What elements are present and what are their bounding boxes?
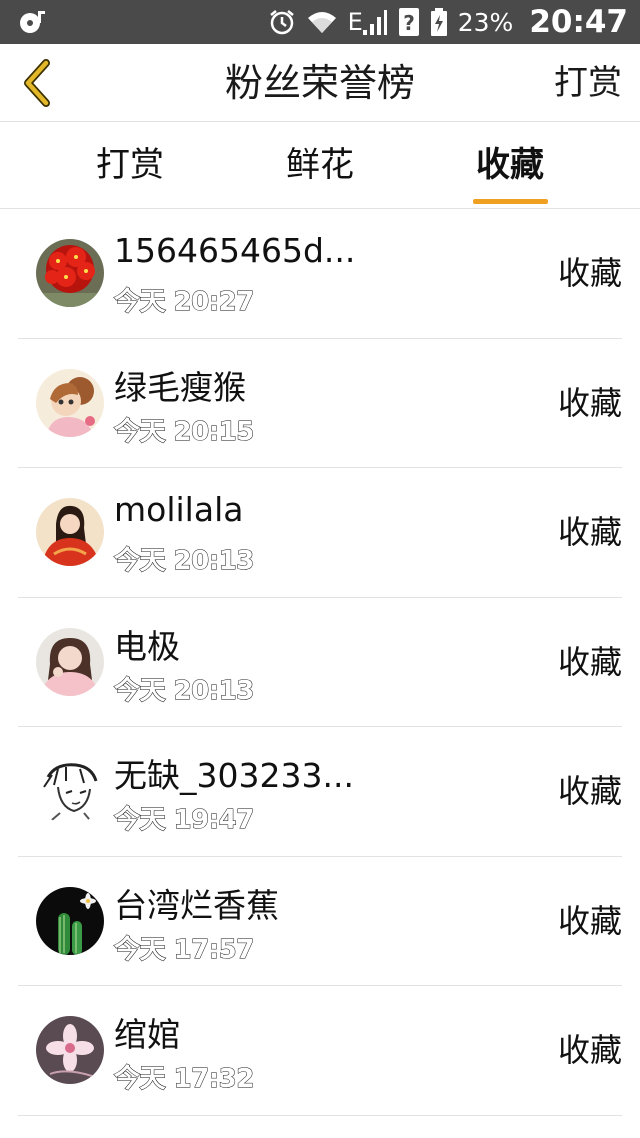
status-bar: E ? 23% 20:47 [0, 0, 640, 44]
list-item[interactable]: 台湾烂香蕉 今天 17:57 收藏 [18, 857, 622, 986]
wifi-icon [306, 9, 338, 35]
app-header: 粉丝荣誉榜 打赏 [0, 44, 640, 122]
user-name: 156465465d... [114, 231, 356, 270]
avatar [36, 886, 104, 955]
music-notification-icon [18, 9, 46, 35]
back-button[interactable] [10, 52, 64, 114]
fan-list: 156465465d... 今天 20:27 收藏 绿毛瘦猴 今天 20:15 … [0, 209, 640, 1116]
timestamp: 今天 17:57 [114, 934, 255, 965]
timestamp: 今天 20:13 [114, 675, 255, 706]
page-title: 粉丝荣誉榜 [224, 61, 415, 105]
tab-flowers[interactable]: 鲜花 [250, 123, 390, 209]
reward-button[interactable]: 打赏 [554, 44, 622, 122]
action-label: 收藏 [557, 513, 622, 551]
network-type: E [347, 8, 363, 36]
user-name: 绿毛瘦猴 [114, 367, 246, 407]
list-item[interactable]: 156465465d... 今天 20:27 收藏 [18, 209, 622, 339]
timestamp: 今天 19:47 [114, 805, 255, 836]
avatar [36, 757, 104, 825]
sim-unknown-icon: ? [398, 7, 420, 37]
timestamp: 今天 17:32 [114, 1064, 255, 1095]
battery-charging-icon [430, 7, 448, 37]
battery-percent: 23% [457, 7, 514, 37]
user-name: molilala [114, 490, 244, 529]
action-label: 收藏 [557, 1031, 622, 1069]
timestamp: 今天 20:27 [114, 287, 255, 318]
user-name: 无缺_303233... [114, 756, 354, 795]
user-name: 台湾烂香蕉 [114, 885, 279, 925]
active-tab-indicator [473, 199, 548, 204]
svg-text:?: ? [403, 11, 415, 35]
user-name: 绾婠 [114, 1015, 180, 1054]
action-label: 收藏 [557, 642, 622, 681]
action-label: 收藏 [557, 901, 622, 940]
tab-reward[interactable]: 打赏 [60, 123, 200, 209]
list-item[interactable]: 绿毛瘦猴 今天 20:15 收藏 [18, 339, 622, 468]
avatar [36, 368, 104, 437]
avatar [36, 627, 104, 696]
list-item[interactable]: 绾婠 今天 17:32 收藏 [18, 986, 622, 1116]
tab-favorites[interactable]: 收藏 [440, 123, 580, 209]
action-label: 收藏 [557, 254, 622, 292]
chevron-left-icon [24, 59, 50, 107]
signal-icon: E [348, 8, 388, 36]
avatar [36, 1016, 104, 1084]
clock: 20:47 [529, 4, 628, 40]
timestamp: 今天 20:15 [114, 416, 255, 447]
tab-bar: 打赏 鲜花 收藏 [0, 123, 640, 209]
list-item[interactable]: 无缺_303233... 今天 19:47 收藏 [18, 727, 622, 857]
user-name: 电极 [114, 626, 180, 666]
list-item[interactable]: molilala 今天 20:13 收藏 [18, 468, 622, 598]
alarm-icon [268, 8, 296, 36]
action-label: 收藏 [557, 772, 622, 810]
timestamp: 今天 20:13 [114, 546, 255, 577]
action-label: 收藏 [557, 383, 622, 422]
avatar [36, 239, 104, 307]
list-item[interactable]: 电极 今天 20:13 收藏 [18, 598, 622, 727]
avatar [36, 498, 104, 566]
